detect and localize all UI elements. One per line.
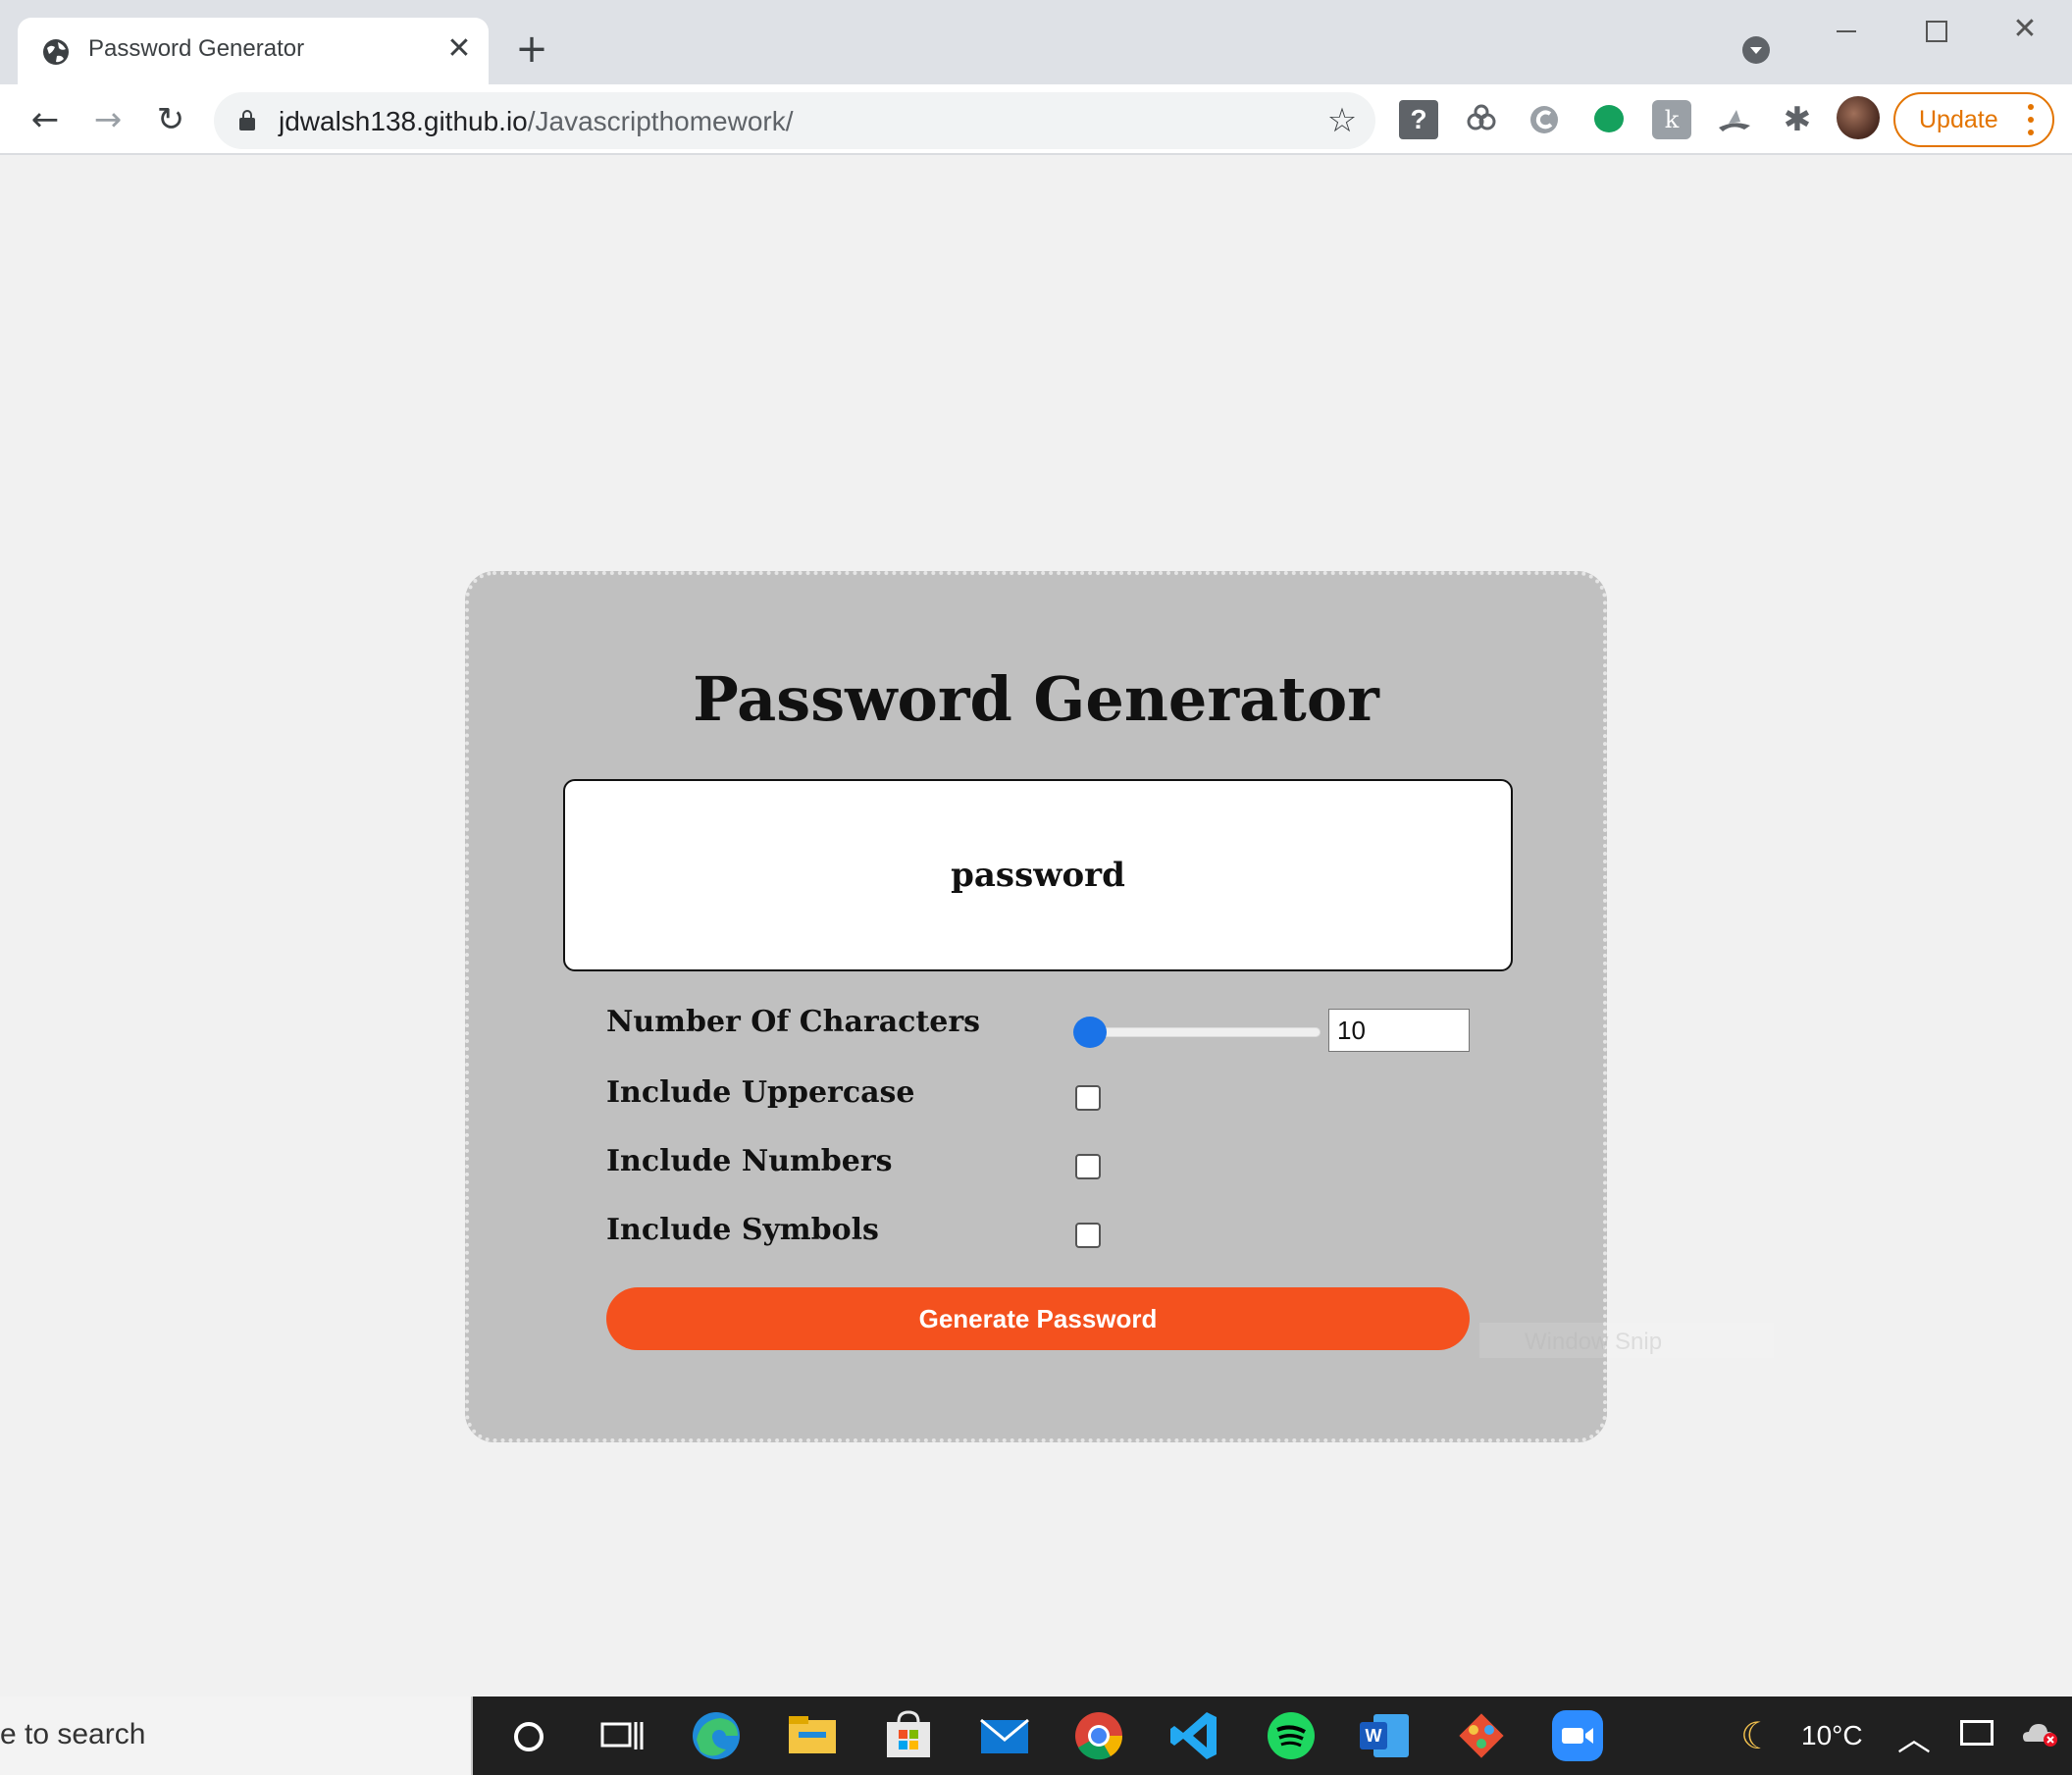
task-view-icon[interactable] xyxy=(593,1706,651,1765)
taskbar-search-text: e to search xyxy=(0,1718,146,1750)
browser-toolbar: ← → ↻ jdwalsh138.github.io/Javascripthom… xyxy=(0,84,2072,155)
tab-search-icon[interactable] xyxy=(1742,36,1770,64)
slider-track xyxy=(1073,1027,1321,1037)
weather-moon-icon[interactable]: ☾ xyxy=(1740,1714,1774,1757)
update-label: Update xyxy=(1919,106,1998,133)
snip-overlay-text: Window Snip xyxy=(1525,1329,1663,1355)
spotify-icon[interactable] xyxy=(1262,1706,1321,1765)
update-button[interactable]: Update xyxy=(1893,92,2054,147)
taskbar-search-box[interactable]: e to search xyxy=(0,1697,473,1775)
tab-close-icon[interactable]: ✕ xyxy=(441,31,477,67)
lock-icon[interactable] xyxy=(239,110,255,131)
tab-password-generator[interactable]: Password Generator ✕ xyxy=(18,18,489,84)
characters-slider[interactable] xyxy=(1073,1015,1321,1048)
cortana-icon[interactable] xyxy=(498,1706,557,1765)
git-icon[interactable] xyxy=(1452,1706,1511,1765)
svg-text:W: W xyxy=(1366,1726,1382,1746)
extensions-puzzle-icon[interactable]: ✱ xyxy=(1778,100,1817,139)
new-tab-button[interactable]: + xyxy=(512,29,551,69)
browser-tab-strip: Password Generator ✕ + ✕ xyxy=(0,0,2072,84)
vscode-icon[interactable] xyxy=(1166,1706,1224,1765)
display-icon[interactable] xyxy=(1960,1720,1994,1746)
password-text: password xyxy=(951,856,1125,895)
generate-password-button[interactable]: Generate Password xyxy=(606,1287,1470,1350)
forward-arrow-icon[interactable]: → xyxy=(86,98,130,141)
maximize-window-button[interactable] xyxy=(1915,16,1954,45)
back-arrow-icon[interactable]: ← xyxy=(24,98,67,141)
slider-thumb[interactable] xyxy=(1073,1017,1107,1048)
k-extension-icon[interactable]: k xyxy=(1652,100,1691,139)
uppercase-checkbox[interactable] xyxy=(1075,1085,1101,1111)
url-path: /Javascripthomework/ xyxy=(527,106,794,136)
close-window-button[interactable]: ✕ xyxy=(2005,12,2045,47)
more-menu-icon[interactable] xyxy=(2025,102,2037,137)
mail-icon[interactable] xyxy=(975,1706,1034,1765)
help-extension-icon[interactable]: ? xyxy=(1399,100,1438,139)
password-generator-card: Password Generator password Number Of Ch… xyxy=(465,571,1607,1442)
c-extension-icon[interactable] xyxy=(1525,100,1564,139)
edge-icon[interactable] xyxy=(687,1706,746,1765)
chrome-icon[interactable] xyxy=(1069,1706,1128,1765)
minimize-window-button[interactable] xyxy=(1827,16,1866,45)
weather-temperature[interactable]: 10°C xyxy=(1801,1720,1863,1751)
address-bar[interactable]: jdwalsh138.github.io/Javascripthomework/… xyxy=(214,92,1375,149)
numbers-checkbox[interactable] xyxy=(1075,1154,1101,1179)
globe-icon xyxy=(43,39,69,65)
hat-extension-icon[interactable] xyxy=(1715,100,1754,139)
file-explorer-icon[interactable] xyxy=(783,1706,842,1765)
numbers-label: Include Numbers xyxy=(606,1144,893,1178)
bookmark-star-icon[interactable]: ☆ xyxy=(1322,101,1362,140)
reload-icon[interactable]: ↻ xyxy=(149,98,192,141)
password-display: password xyxy=(563,779,1513,971)
windows-taskbar: e to search W ☾ 10°C ︿ xyxy=(0,1697,2072,1775)
link-extension-icon[interactable] xyxy=(1462,100,1501,139)
word-icon[interactable]: W xyxy=(1356,1706,1415,1765)
uppercase-label: Include Uppercase xyxy=(606,1075,915,1110)
zoom-icon[interactable] xyxy=(1548,1706,1607,1765)
symbols-label: Include Symbols xyxy=(606,1213,879,1247)
characters-label: Number Of Characters xyxy=(606,1005,981,1039)
microsoft-store-icon[interactable] xyxy=(879,1706,938,1765)
tray-chevron-up-icon[interactable]: ︿ xyxy=(1897,1712,1931,1760)
grammarly-extension-icon[interactable] xyxy=(1589,100,1629,139)
url-host: jdwalsh138.github.io xyxy=(279,106,528,136)
onedrive-error-icon[interactable] xyxy=(2021,1718,2060,1748)
page-title: Password Generator xyxy=(693,663,1379,735)
symbols-checkbox[interactable] xyxy=(1075,1223,1101,1248)
characters-number-input[interactable]: 10 xyxy=(1328,1009,1470,1052)
url-text[interactable]: jdwalsh138.github.io/Javascripthomework/ xyxy=(279,106,794,137)
tab-title: Password Generator xyxy=(88,35,305,62)
window-snip-overlay: Window Snip xyxy=(1479,1323,1774,1358)
profile-avatar[interactable] xyxy=(1837,96,1880,139)
